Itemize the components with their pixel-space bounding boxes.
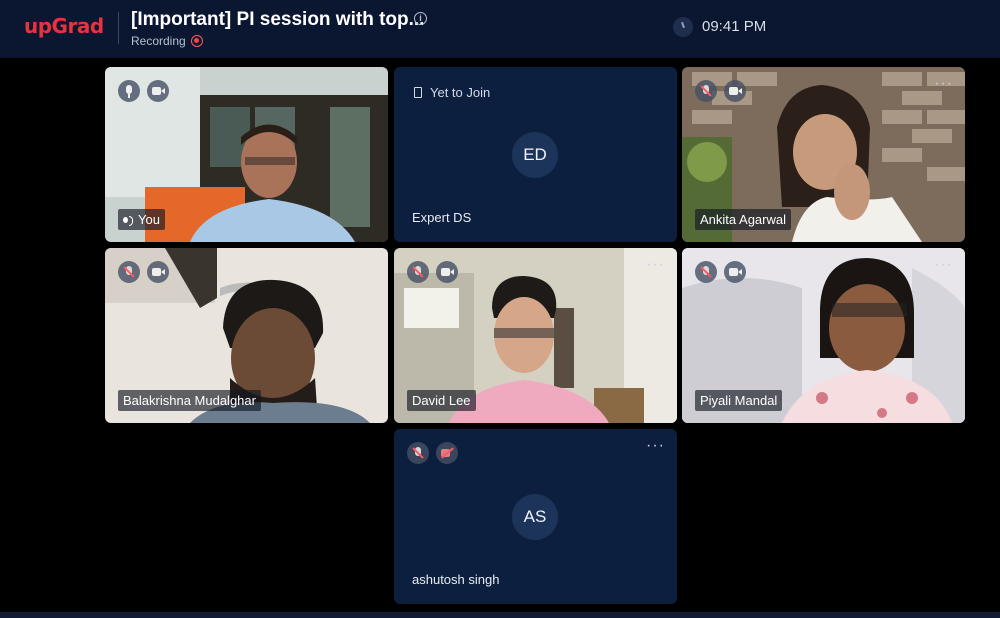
current-time: 09:41 PM — [702, 18, 767, 35]
participant-tile-expert-ds[interactable]: Yet to Join ED Expert DS — [394, 67, 677, 242]
mic-on-icon[interactable] — [118, 80, 140, 102]
participant-tile-ashutosh-singh[interactable]: ··· AS ashutosh singh — [394, 429, 677, 604]
session-title: [Important] PI session with top... — [131, 9, 425, 30]
top-bar: upGrad [Important] PI session with top..… — [0, 0, 1000, 58]
participant-name: Expert DS — [412, 210, 472, 225]
participant-name: Piyali Mandal — [695, 390, 783, 411]
more-options-icon[interactable]: ··· — [934, 76, 953, 92]
mic-off-icon[interactable] — [407, 442, 429, 464]
participant-tile-you[interactable]: You — [105, 67, 388, 242]
clock-icon — [673, 17, 693, 37]
avatar: ED — [512, 132, 558, 178]
mic-off-icon[interactable] — [407, 261, 429, 283]
participant-name: David Lee — [407, 390, 476, 411]
avatar: AS — [512, 494, 558, 540]
participant-tile-david-lee[interactable]: David Lee ··· — [394, 248, 677, 423]
speaking-icon — [123, 216, 133, 226]
info-icon[interactable]: i — [414, 12, 427, 25]
participant-name: ashutosh singh — [412, 572, 500, 587]
participant-tile-piyali-mandal[interactable]: Piyali Mandal ··· — [682, 248, 965, 423]
participant-name: You — [118, 209, 165, 230]
header-divider — [118, 12, 119, 44]
camera-on-icon[interactable] — [147, 80, 169, 102]
mic-off-icon[interactable] — [118, 261, 140, 283]
more-options-icon[interactable]: ··· — [646, 257, 665, 273]
participant-tile-ankita-agarwal[interactable]: Ankita Agarwal ··· — [682, 67, 965, 242]
participant-name: Balakrishna Mudalghar — [118, 390, 261, 411]
camera-on-icon[interactable] — [724, 261, 746, 283]
mic-off-icon[interactable] — [695, 261, 717, 283]
camera-off-icon[interactable] — [436, 442, 458, 464]
more-options-icon[interactable]: ··· — [646, 438, 665, 454]
mic-off-icon[interactable] — [695, 80, 717, 102]
door-icon — [414, 87, 422, 98]
camera-on-icon[interactable] — [147, 261, 169, 283]
recording-label: Recording — [131, 34, 186, 48]
camera-on-icon[interactable] — [436, 261, 458, 283]
upgrad-logo: upGrad — [24, 14, 104, 38]
yet-to-join-status: Yet to Join — [414, 85, 490, 100]
recording-indicator-icon — [191, 35, 203, 47]
participant-tile-balakrishna-mudalghar[interactable]: Balakrishna Mudalghar — [105, 248, 388, 423]
more-options-icon[interactable]: ··· — [934, 257, 953, 273]
bottom-bar — [0, 612, 1000, 618]
camera-on-icon[interactable] — [724, 80, 746, 102]
participant-name: Ankita Agarwal — [695, 209, 791, 230]
